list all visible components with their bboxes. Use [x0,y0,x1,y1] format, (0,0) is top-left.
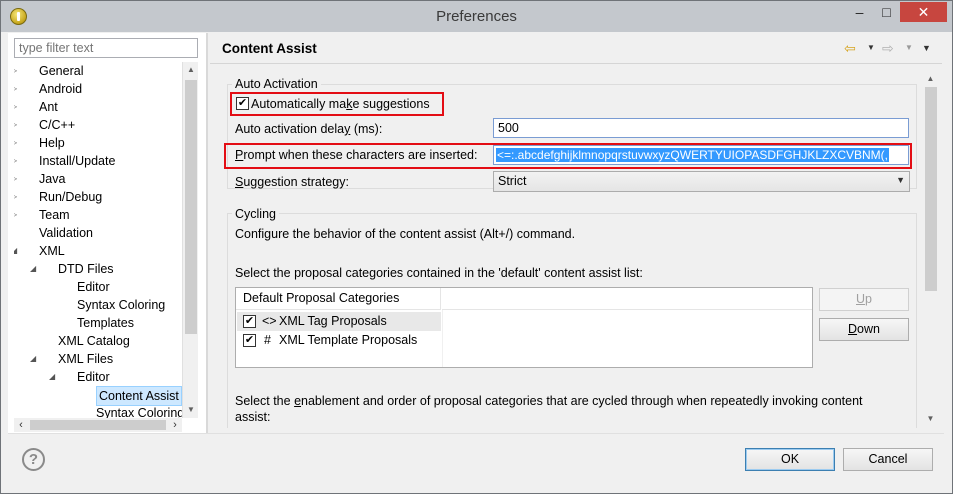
tree-expand-arrow-icon[interactable]: ▷ [14,62,21,80]
page-vertical-scrollbar[interactable]: ▲ ▼ [922,71,939,429]
tree-expand-arrow-icon[interactable]: ▷ [14,152,21,170]
scroll-down-arrow-icon[interactable]: ▼ [183,402,199,418]
tree-expand-arrow-icon[interactable]: ▷ [14,80,21,98]
preference-tree: ▷ General ▷ Android ▷ Ant ▷ C/C++ ▷ Help ▷ Install/… [14,62,182,418]
forward-arrow-icon: ⇨ [882,40,894,56]
view-menu-icon[interactable]: ▼ [922,41,931,55]
footer-divider [8,433,944,434]
table-column-divider [442,310,443,367]
make-suggestions-checkbox[interactable]: ✔ [236,97,249,110]
default-list-label: Select the proposal categories contained… [235,266,643,280]
tree-item-label: Editor [77,370,110,384]
cancel-button[interactable]: Cancel [843,448,933,471]
tree-item-label: XML [39,244,65,258]
tree-scroll-thumb[interactable] [185,80,197,334]
scroll-left-arrow-icon[interactable]: ‹ [14,418,28,432]
tree-item-label: DTD Files [58,262,114,276]
tree-item-label: Help [39,136,65,150]
tree-item-label: Templates [77,316,134,330]
tree-expand-arrow-icon[interactable]: ▷ [14,116,21,134]
tree-item-label: Android [39,82,83,96]
close-button[interactable]: ✕ [900,2,947,22]
cycling-description: Configure the behavior of the content as… [235,227,576,241]
tree-expand-arrow-icon[interactable]: ▷ [14,134,21,152]
tree-item-label: Syntax Coloring [96,406,182,418]
tree-vertical-scrollbar[interactable]: ▲ ▼ [182,62,198,418]
tree-item-label: C/C++ [39,118,76,132]
tree-collapse-arrow-icon[interactable]: ◢ [30,350,40,368]
window-title: Preferences [436,8,517,25]
down-button[interactable]: Down [819,318,909,341]
tree-item-label: Validation [39,226,93,240]
tree-expand-arrow-icon[interactable]: ▷ [14,188,21,206]
prompt-characters-label: Prompt when these characters are inserte… [235,148,478,162]
tree-expand-arrow-icon[interactable]: ▷ [14,98,21,116]
scroll-up-arrow-icon[interactable]: ▲ [183,62,199,78]
tree-collapse-arrow-icon[interactable]: ◢ [30,260,40,278]
page-header: Content Assist ⇦ ▼ ⇨ ▼ ▼ [210,33,942,63]
tree-expand-arrow-icon[interactable]: ▷ [14,206,21,224]
tree-item-label: Java [39,172,66,186]
template-hash-icon: # [264,333,271,347]
cycle-order-label: Select the enablement and order of propo… [235,394,863,408]
suggestion-strategy-select[interactable]: Strict ▼ [493,171,910,192]
proposal-categories-table: Default Proposal Categories ✔ <> XML Tag… [235,287,813,368]
activation-delay-label: Auto activation delay (ms): [235,122,383,136]
row-label: XML Template Proposals [279,333,418,347]
tree-item-label: Team [39,208,70,222]
activation-delay-input[interactable]: 500 [493,118,909,138]
page-scroll-thumb[interactable] [925,87,937,291]
cycling-title: Cycling [232,207,279,221]
tree-item-label: General [39,64,84,78]
maximize-button[interactable]: □ [873,2,900,22]
scroll-down-arrow-icon[interactable]: ▼ [922,411,939,427]
tree-item-label: Syntax Coloring [77,298,166,312]
table-row[interactable]: ✔ <> XML Tag Proposals [237,312,441,331]
prompt-characters-input[interactable]: <=:.abcdefghijklmnopqrstuvwxyzQWERTYUIOP… [493,145,909,165]
scroll-right-arrow-icon[interactable]: › [168,418,182,432]
pane-splitter[interactable] [206,33,208,433]
suggestion-strategy-label: Suggestion strategy: [235,175,349,189]
help-icon[interactable]: ? [22,448,45,471]
row-label: XML Tag Proposals [279,314,387,328]
prompt-characters-selection: <=:.abcdefghijklmnopqrstuvwxyzQWERTYUIOP… [496,148,889,162]
chevron-down-icon: ▼ [896,175,905,185]
up-button[interactable]: Up [819,288,909,311]
forward-history-dropdown-icon: ▼ [905,43,913,52]
tree-item-label: Run/Debug [39,190,103,204]
tree-horizontal-scrollbar[interactable]: ‹ › [14,418,182,432]
make-suggestions-label[interactable]: Automatically make suggestions [251,97,430,111]
tree-item-label: Ant [39,100,58,114]
tree-expand-arrow-icon[interactable]: ▷ [14,170,21,188]
tree-item-label: Editor [77,280,110,294]
cycle-order-label-line2: assist: [235,410,271,424]
tree-item-label: XML Files [58,352,114,366]
template-proposals-checkbox[interactable]: ✔ [243,334,256,347]
tree-hscroll-thumb[interactable] [30,420,166,430]
ok-button[interactable]: OK [745,448,835,471]
filter-input[interactable] [14,38,198,58]
suggestion-strategy-value: Strict [498,174,527,188]
page-title: Content Assist [222,41,317,56]
scroll-up-arrow-icon[interactable]: ▲ [922,71,939,87]
tree-collapse-arrow-icon[interactable]: ◢ [14,242,21,260]
table-row[interactable]: ✔ # XML Template Proposals [237,331,441,350]
tree-item-label: Content Assist [96,386,182,406]
xml-tag-icon: <> [262,314,277,328]
table-column-header[interactable]: Default Proposal Categories [236,288,441,310]
back-history-dropdown-icon[interactable]: ▼ [867,41,875,55]
tree-item-label: XML Catalog [58,334,130,348]
minimize-button[interactable]: – [846,2,873,22]
table-column-header-empty [442,288,812,310]
content-assist-page: Auto Activation ✔ Automatically make sug… [211,64,938,428]
tree-item-label: Install/Update [39,154,116,168]
auto-activation-title: Auto Activation [232,77,321,91]
title-bar[interactable]: Preferences – □ ✕ [1,1,952,32]
back-arrow-icon[interactable]: ⇦ [844,41,856,55]
tree-collapse-arrow-icon[interactable]: ◢ [49,368,59,386]
tag-proposals-checkbox[interactable]: ✔ [243,315,256,328]
